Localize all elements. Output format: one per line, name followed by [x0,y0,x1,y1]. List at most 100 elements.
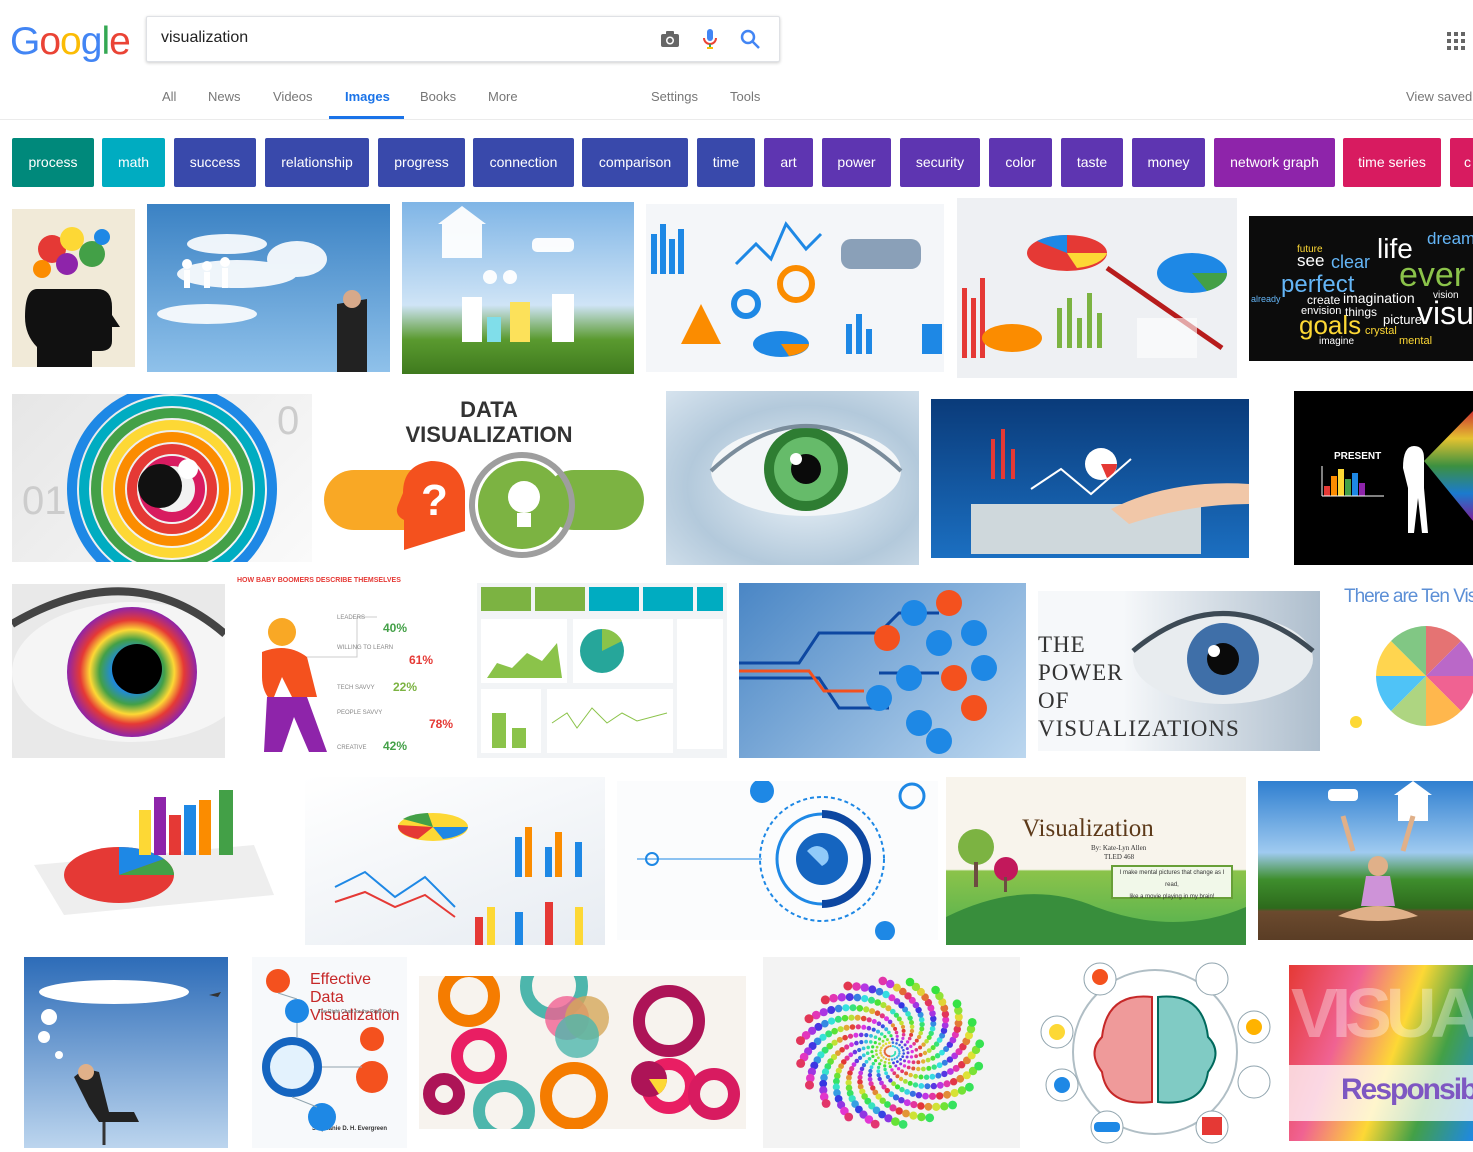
image-result-power-of-visualizations[interactable]: THE POWER OF VISUALIZATIONS [1038,591,1320,751]
chip-time[interactable]: time [697,138,755,187]
settings-link[interactable]: Settings [651,89,698,104]
chip-partial[interactable]: c [1450,138,1473,187]
tab-all[interactable]: All [162,89,176,104]
power-line-1: THE [1038,632,1086,657]
tab-videos[interactable]: Videos [273,89,313,104]
svg-text:0: 0 [277,399,299,443]
wc-dreams: dreams [1427,229,1473,248]
chip-color[interactable]: color [989,138,1052,187]
tab-news[interactable]: News [208,89,241,104]
boomers-label-2: WILLING TO LEARN [337,645,394,651]
chip-art[interactable]: art [764,138,813,187]
chip-power[interactable]: power [822,138,891,187]
chip-time-series[interactable]: time series [1343,138,1441,187]
power-line-4: VISUALIZATIONS [1038,716,1240,741]
image-result-green-eye[interactable] [666,391,919,565]
search-icon[interactable] [738,27,762,51]
image-result-rainbow-iris[interactable] [12,584,225,758]
wc-mental: mental [1399,335,1432,347]
search-box[interactable] [146,16,780,62]
image-result-dot-spiral[interactable] [763,957,1020,1148]
boomers-label-3: TECH SAVVY [337,685,375,691]
boomers-pct-5: 42% [383,739,408,753]
image-result-laptop-data[interactable] [931,399,1249,558]
svg-text:?: ? [421,476,448,525]
chip-process[interactable]: process [12,138,94,187]
image-result-visualize-responsibly[interactable]: VISUA Responsibly [1289,965,1473,1141]
image-result-rainbow-eye[interactable]: 01 0 [12,394,312,562]
wc-imagination: imagination [1343,290,1415,306]
image-result-ten-visual[interactable]: There are Ten Visua [1338,584,1473,759]
image-result-network-icons[interactable] [739,583,1026,758]
logo-g: g [80,20,103,63]
google-logo[interactable]: Google [10,20,131,64]
image-result-meditation[interactable] [1258,781,1473,940]
dot-spiral-graphic [796,976,985,1129]
image-result-head-colors[interactable] [12,209,135,367]
image-result-3d-charts[interactable] [24,785,282,916]
logo-e: e [109,20,131,63]
chip-math[interactable]: math [102,138,165,187]
image-result-analysis-sheets[interactable] [305,777,605,945]
image-result-effective-data-book[interactable]: Effective Data Visualization The Right C… [252,957,407,1148]
image-result-data-visualization[interactable]: DATA VISUALIZATION ? [324,395,654,560]
chip-network-graph[interactable]: network graph [1214,138,1335,187]
svg-text:01: 01 [22,479,67,523]
google-logo-text: G [10,20,40,63]
tab-books[interactable]: Books [420,89,456,104]
logo-l: l [101,20,110,63]
tab-images[interactable]: Images [345,89,390,104]
wc-visu: visu [1417,295,1473,331]
camera-icon[interactable] [658,27,682,51]
logo-o2: o [60,20,82,63]
image-result-circle-infographic[interactable] [419,976,746,1129]
view-saved-link[interactable]: View saved [1406,89,1472,104]
wc-ever: ever [1399,256,1465,294]
tab-more[interactable]: More [488,89,518,104]
logo-o1: o [39,20,61,63]
apps-grid-icon[interactable] [1447,32,1465,50]
image-result-globe-tech[interactable] [617,781,938,940]
image-result-infographic-blue[interactable] [646,204,944,372]
image-result-charts-pen[interactable] [957,198,1237,378]
wc-things: things [1345,305,1377,319]
boomers-label-4: PEOPLE SAVVY [337,710,383,716]
chip-security[interactable]: security [900,138,980,187]
wc-already: already [1251,294,1281,304]
wc-crystal: crystal [1365,325,1397,337]
boomers-pct-1: 40% [383,621,408,635]
image-result-family-sky[interactable] [402,202,634,374]
power-line-3: OF [1038,688,1070,713]
chip-comparison[interactable]: comparison [582,138,688,187]
responsibly-word: Responsibly [1341,1073,1473,1106]
chip-taste[interactable]: taste [1061,138,1123,187]
image-result-present-prism[interactable]: PRESENT [1294,391,1473,565]
chip-success[interactable]: success [174,138,256,187]
image-result-baby-boomers[interactable]: HOW BABY BOOMERS DESCRIBE THEMSELVES LEA… [237,577,465,765]
image-result-thinking-man[interactable] [24,957,228,1148]
image-result-wordcloud[interactable]: life dreams see clear future perfect eve… [1249,216,1473,361]
header-divider [0,119,1473,120]
boomers-label-1: LEADERS [337,615,366,621]
microphone-icon[interactable] [698,27,722,51]
search-input[interactable] [161,29,641,47]
visual-word: VISUA [1291,974,1473,1052]
boomers-pct-2: 61% [409,653,434,667]
chip-money[interactable]: money [1132,138,1205,187]
chip-connection[interactable]: connection [473,138,574,187]
chip-progress[interactable]: progress [378,138,465,187]
wc-imagine: imagine [1319,336,1354,347]
image-result-cloud-family[interactable] [147,204,390,372]
boomers-pct-4: 78% [429,717,454,731]
chip-relationship[interactable]: relationship [265,138,369,187]
wc-future: future [1297,244,1323,255]
boomers-label-5: CREATIVE [337,745,367,751]
power-line-2: POWER [1038,660,1124,685]
tools-link[interactable]: Tools [730,89,760,104]
wc-envision: envision [1301,305,1341,317]
image-result-brain-icons[interactable] [1032,957,1278,1148]
boomers-pct-3: 22% [393,680,418,694]
image-result-visualization-slide[interactable]: Visualization By: Kate-Lyn Allen TLED 46… [946,777,1246,945]
wc-clear: clear [1331,252,1370,272]
image-result-dashboard[interactable] [477,583,727,758]
